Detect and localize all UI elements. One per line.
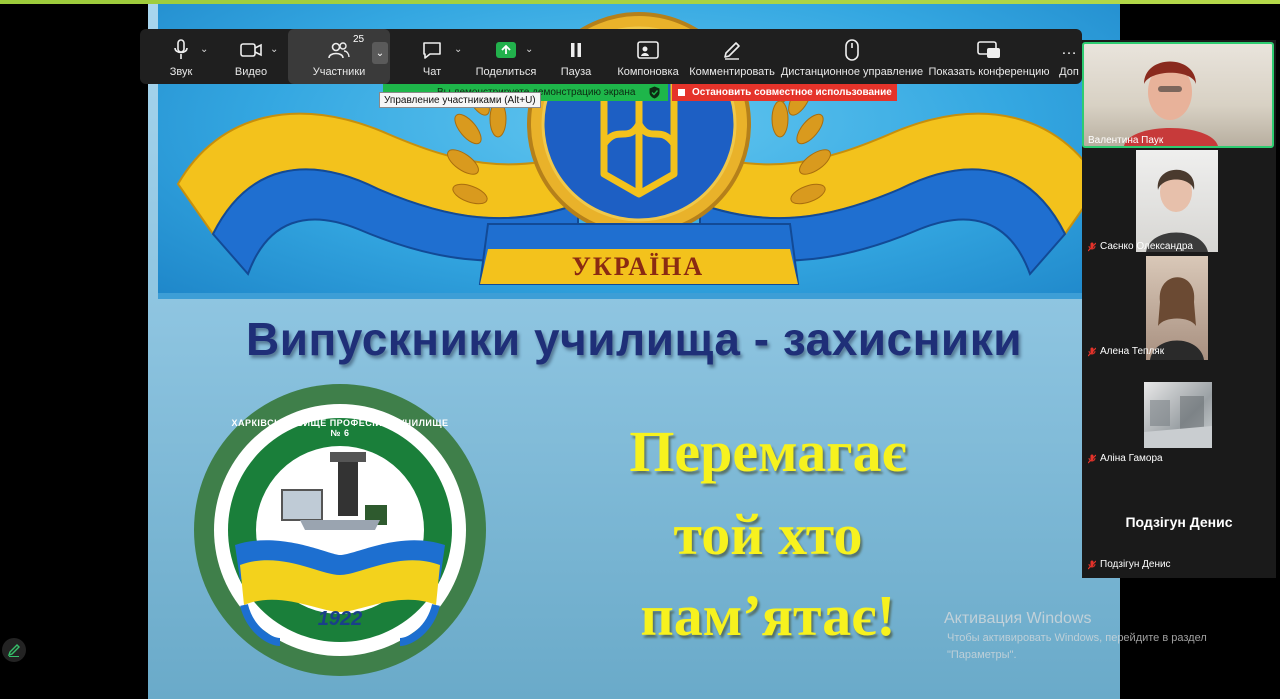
layout-button[interactable]: Компоновка <box>616 29 680 84</box>
participants-count: 25 <box>353 34 365 45</box>
motto-line-1: Перемагає <box>629 419 907 484</box>
participant-name: Аліна Гамора <box>1100 453 1163 464</box>
shield-icon <box>649 86 660 99</box>
participant-display-name: Подзігун Денис <box>1125 514 1233 530</box>
share-screen-icon <box>496 38 516 62</box>
college-emblem: 1922 ХАРКІВСЬКЕ ВИЩЕ ПРОФЕСІЙНЕ УЧИЛИЩЕ … <box>190 380 490 680</box>
participant-tile[interactable]: Валентина Паук <box>1082 42 1276 148</box>
motto-line-2: той хто <box>673 502 863 567</box>
participants-video-panel: Валентина Паук Саєнко Олександра Алена Т… <box>1082 40 1276 578</box>
screen: УКРАЇНА Випускники училища - захисники 1… <box>0 0 1280 699</box>
chat-bubble-icon <box>421 38 443 62</box>
video-button[interactable]: Видео <box>226 29 276 84</box>
slide-title: Випускники училища - захисники <box>245 313 1023 365</box>
pause-icon <box>569 38 583 62</box>
camera-icon <box>240 38 262 62</box>
participant-video <box>1136 150 1218 252</box>
participant-tile[interactable]: Подзігун Денис Подзігун Денис <box>1082 466 1276 576</box>
audio-button[interactable]: Звук <box>152 29 210 84</box>
participant-video <box>1144 382 1212 448</box>
participants-options-chevron[interactable]: ⌄ <box>372 42 388 64</box>
emblem-year: 1922 <box>317 608 363 630</box>
participant-name: Алена Тепляк <box>1100 346 1165 357</box>
participant-tile[interactable]: Алена Тепляк <box>1082 254 1276 360</box>
windows-activation-line2: "Параметры". <box>947 649 1017 661</box>
emblem-arc-text: ХАРКІВСЬКЕ ВИЩЕ ПРОФЕСІЙНЕ УЧИЛИЩЕ № 6 <box>231 418 449 438</box>
participant-video <box>1146 256 1208 360</box>
participants-tooltip: Управление участниками (Alt+U) <box>379 92 541 108</box>
pause-share-button[interactable]: Пауза <box>554 29 598 84</box>
banner-divider <box>158 293 1120 299</box>
window-icon <box>977 38 1001 62</box>
more-icon: … <box>1061 41 1077 58</box>
participant-name: Подзігун Денис <box>1100 559 1171 570</box>
annotation-pen-button[interactable] <box>2 638 26 662</box>
pen-icon <box>722 38 742 62</box>
speaking-border <box>1082 42 1274 148</box>
chat-options-chevron[interactable]: ⌄ <box>454 44 462 55</box>
video-options-chevron[interactable]: ⌄ <box>270 44 278 55</box>
shared-slide: УКРАЇНА Випускники училища - захисники 1… <box>148 4 1120 699</box>
participant-tile[interactable]: Аліна Гамора <box>1082 360 1276 466</box>
stop-sharing-button[interactable]: Остановить совместное использование <box>672 84 897 101</box>
motto-line-3: пам’ятає! <box>640 583 896 648</box>
mic-muted-icon <box>1087 454 1097 464</box>
share-options-chevron[interactable]: ⌄ <box>525 44 533 55</box>
participant-name: Валентина Паук <box>1088 135 1164 146</box>
pen-icon <box>7 644 20 657</box>
show-conference-button[interactable]: Показать конференцию <box>928 29 1050 84</box>
windows-activation-line1: Чтобы активировать Windows, перейдите в … <box>947 632 1207 644</box>
chat-button[interactable]: Чат <box>412 29 452 84</box>
mic-muted-icon <box>1087 560 1097 570</box>
microphone-icon <box>173 38 189 62</box>
layout-icon <box>637 38 659 62</box>
stop-icon <box>678 89 685 96</box>
mouse-icon <box>844 38 860 62</box>
mic-muted-icon <box>1087 347 1097 357</box>
annotate-button[interactable]: Комментировать <box>689 29 775 84</box>
audio-options-chevron[interactable]: ⌄ <box>200 44 208 55</box>
mic-muted-icon <box>1087 242 1097 252</box>
remote-control-button[interactable]: Дистанционное управление <box>781 29 923 84</box>
meeting-toolbar: Звук ⌄ Видео ⌄ Участники 25 ⌄ Чат ⌄ Поде… <box>140 29 1082 84</box>
participant-tile[interactable]: Саєнко Олександра <box>1082 148 1276 254</box>
banner-text: УКРАЇНА <box>571 252 705 281</box>
more-button[interactable]: … Доп <box>1056 29 1082 84</box>
people-icon <box>328 38 350 62</box>
windows-activation-title: Активация Windows <box>944 610 1092 627</box>
share-button[interactable]: Поделиться <box>474 29 538 84</box>
participant-name: Саєнко Олександра <box>1100 241 1193 252</box>
